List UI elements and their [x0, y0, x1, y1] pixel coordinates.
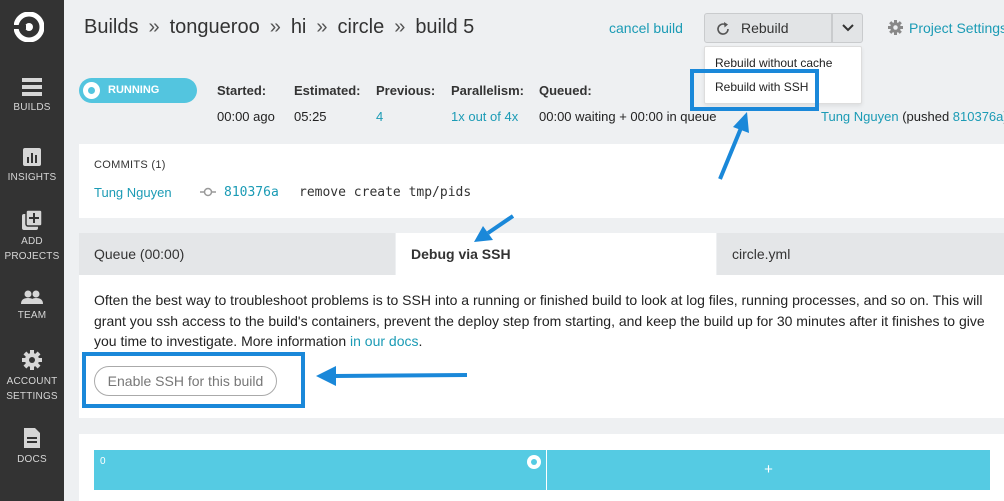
sidebar-item-insights[interactable]: INSIGHTS: [0, 148, 64, 185]
triggered-sha-link[interactable]: 810376a: [953, 109, 1004, 124]
tab-label: circle.yml: [732, 246, 791, 262]
container-running-icon: [527, 455, 541, 469]
estimated-stat: Estimated: 05:25: [294, 83, 360, 124]
sidebar-item-docs[interactable]: DOCS: [0, 428, 64, 467]
status-badge: RUNNING: [79, 78, 197, 103]
breadcrumb: Builds » tongueroo » hi » circle » build 5: [84, 16, 474, 39]
parallelism-label: Parallelism:: [451, 83, 524, 98]
tab-circle-yml[interactable]: circle.yml: [717, 233, 1004, 275]
previous-stat: Previous: 4: [376, 83, 435, 124]
queued-stat: Queued: 00:00 waiting + 00:00 in queue: [539, 83, 716, 124]
container-0-bar[interactable]: 0: [94, 450, 546, 490]
rebuild-without-cache-option[interactable]: Rebuild without cache: [715, 56, 832, 70]
breadcrumb-builds[interactable]: Builds: [84, 16, 138, 38]
previous-label: Previous:: [376, 83, 436, 98]
gear-icon: [22, 350, 42, 370]
sidebar-item-label: INSIGHTS: [7, 172, 57, 183]
breadcrumb-separator: »: [394, 16, 406, 38]
sidebar-item-label: ADD: [21, 236, 43, 247]
tab-label: Queue (00:00): [94, 246, 185, 262]
sidebar-item-label: PROJECTS: [4, 251, 60, 262]
breadcrumb-repo[interactable]: hi: [291, 16, 307, 38]
parallelism-link[interactable]: 1x out of 4x: [451, 109, 518, 124]
estimated-value: 05:25: [294, 109, 327, 124]
started-label: Started:: [217, 83, 267, 98]
breadcrumb-build: build 5: [415, 16, 475, 38]
tab-label: Debug via SSH: [411, 246, 511, 262]
builds-icon: [22, 78, 42, 96]
commit-sha-link[interactable]: 810376a: [224, 185, 279, 200]
docs-icon: [24, 428, 40, 448]
team-icon: [21, 290, 43, 304]
previous-build-link[interactable]: 4: [376, 109, 383, 124]
commit-author-link[interactable]: Tung Nguyen: [94, 185, 172, 200]
commits-header: COMMITS (1): [94, 159, 166, 171]
breadcrumb-org[interactable]: tongueroo: [170, 16, 260, 38]
commit-message: remove create tmp/pids: [299, 185, 472, 200]
breadcrumb-separator: »: [316, 16, 328, 38]
rebuild-dropdown: Rebuild without cache Rebuild with SSH: [704, 46, 862, 104]
add-projects-icon: [22, 210, 42, 230]
commit-icon: [200, 187, 216, 197]
triggered-pushed-text: (pushed: [898, 109, 953, 124]
tab-queue[interactable]: Queue (00:00): [79, 233, 395, 275]
debug-ssh-panel: Often the best way to troubleshoot probl…: [79, 275, 1004, 418]
breadcrumb-separator: »: [148, 16, 160, 38]
breadcrumb-branch[interactable]: circle: [338, 16, 385, 38]
sidebar-item-label: SETTINGS: [6, 391, 58, 402]
debug-description-text: Often the best way to troubleshoot probl…: [94, 292, 985, 349]
triggered-user-link[interactable]: Tung Nguyen: [821, 109, 899, 124]
chevron-down-icon: [842, 24, 854, 32]
tab-debug-via-ssh[interactable]: Debug via SSH: [396, 233, 716, 275]
sidebar-item-label: ACCOUNT: [6, 376, 58, 387]
sidebar-item-account-settings[interactable]: ACCOUNT SETTINGS: [0, 350, 64, 404]
parallelism-stat: Parallelism: 1x out of 4x: [451, 83, 524, 124]
project-settings-link[interactable]: Project Settings: [888, 20, 1004, 36]
running-indicator-icon: [83, 82, 100, 99]
refresh-icon: [717, 22, 729, 35]
debug-description: Often the best way to troubleshoot probl…: [94, 290, 994, 352]
status-label: RUNNING: [108, 84, 160, 96]
started-stat: Started: 00:00 ago: [217, 83, 275, 124]
insights-icon: [23, 148, 41, 166]
queued-value: 00:00 waiting + 00:00 in queue: [539, 109, 717, 124]
docs-link[interactable]: in our docs: [350, 333, 418, 349]
debug-description-end: .: [418, 333, 423, 349]
sidebar-item-add-projects[interactable]: ADD PROJECTS: [0, 210, 64, 264]
container-index: 0: [100, 456, 106, 467]
sidebar: BUILDS INSIGHTS ADD PROJECTS TEAM ACCOUN…: [0, 0, 64, 501]
gear-icon: [888, 20, 903, 35]
enable-ssh-button[interactable]: Enable SSH for this build: [94, 366, 277, 396]
sidebar-item-team[interactable]: TEAM: [0, 290, 64, 323]
sidebar-item-label: DOCS: [17, 454, 47, 465]
circleci-logo[interactable]: [14, 12, 44, 42]
queued-label: Queued:: [539, 83, 592, 98]
breadcrumb-separator: »: [269, 16, 281, 38]
started-value: 00:00 ago: [217, 109, 275, 124]
rebuild-with-ssh-option[interactable]: Rebuild with SSH: [715, 80, 808, 94]
rebuild-options-button[interactable]: [832, 13, 863, 43]
project-settings-label: Project Settings: [909, 20, 1004, 36]
sidebar-item-label: BUILDS: [13, 102, 51, 113]
rebuild-label: Rebuild: [741, 20, 789, 36]
sidebar-item-label: TEAM: [17, 310, 47, 321]
commits-card: COMMITS (1) Tung Nguyen 810376a remove c…: [79, 144, 1004, 218]
cancel-build-link[interactable]: cancel build: [609, 20, 683, 36]
add-container-button[interactable]: +: [547, 450, 990, 490]
sidebar-item-builds[interactable]: BUILDS: [0, 78, 64, 115]
estimated-label: Estimated:: [294, 83, 361, 98]
rebuild-button[interactable]: Rebuild: [704, 13, 832, 43]
